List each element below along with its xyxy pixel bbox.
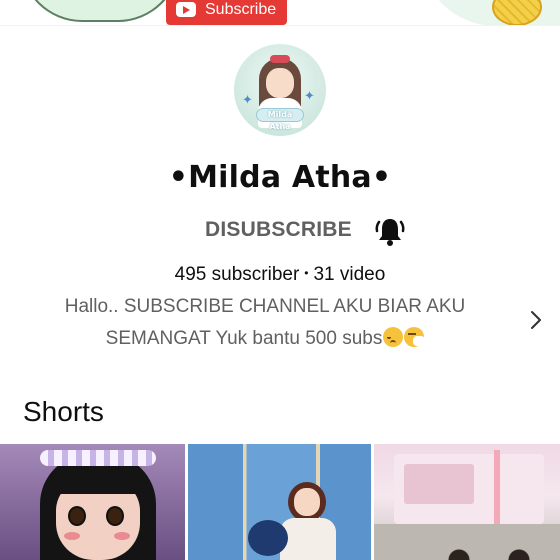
- banner-subscribe-label: Subscribe: [205, 0, 277, 18]
- thumbnail-art: [64, 532, 80, 540]
- sparkle-icon: ✦: [304, 88, 315, 103]
- banner-subscribe-graphic: Subscribe: [166, 0, 287, 25]
- description-line: SEMANGAT Yuk bantu 500 subs: [30, 323, 500, 355]
- channel-description[interactable]: Hallo.. SUBSCRIBE CHANNEL AKU BIAR AKU S…: [30, 291, 500, 355]
- avatar-face: [266, 68, 294, 98]
- sneezing-face-emoji-icon: [404, 327, 426, 347]
- shorts-section-title: Shorts: [23, 396, 104, 427]
- short-thumbnail[interactable]: [374, 444, 560, 560]
- youtube-logo-icon: [176, 2, 196, 17]
- thumbnail-art: [280, 518, 336, 560]
- unsubscribe-button[interactable]: DISUBSCRIBE: [205, 218, 352, 242]
- chevron-right-icon[interactable]: [527, 308, 545, 332]
- description-text: SEMANGAT Yuk bantu 500 subs: [105, 328, 383, 349]
- channel-banner: Subscribe: [0, 0, 560, 26]
- video-count: 31 video: [313, 264, 386, 285]
- channel-name: •Milda Atha•: [168, 160, 392, 195]
- description-line: Hallo.. SUBSCRIBE CHANNEL AKU BIAR AKU: [64, 296, 466, 317]
- avatar-bow: [270, 55, 290, 63]
- stats-separator: •: [304, 266, 309, 280]
- thumbnail-art: [52, 468, 144, 494]
- subscriber-count: 495 subscriber: [174, 264, 300, 285]
- thumbnail-art: [114, 532, 130, 540]
- banner-illustration-left: [20, 0, 180, 22]
- pensive-face-emoji-icon: [383, 327, 404, 347]
- channel-avatar[interactable]: ✦ ✦ Milda Atha: [234, 44, 326, 136]
- flower-crown-art: [40, 450, 156, 466]
- sparkle-icon: ✦: [242, 92, 253, 107]
- thumbnail-art: [248, 520, 288, 556]
- thumbnail-art: [404, 464, 474, 504]
- thumbnail-art: [68, 506, 86, 526]
- bell-ringing-icon[interactable]: [372, 213, 408, 249]
- shorts-shelf: [0, 444, 560, 560]
- thumbnail-art: [444, 544, 534, 560]
- channel-stats: 495 subscriber • 31 video: [0, 264, 560, 286]
- avatar-name-tag: Milda Atha: [256, 108, 304, 131]
- short-thumbnail[interactable]: [188, 444, 371, 560]
- thumbnail-art: [294, 488, 320, 516]
- thumbnail-art: [106, 506, 124, 526]
- short-thumbnail[interactable]: [0, 444, 185, 560]
